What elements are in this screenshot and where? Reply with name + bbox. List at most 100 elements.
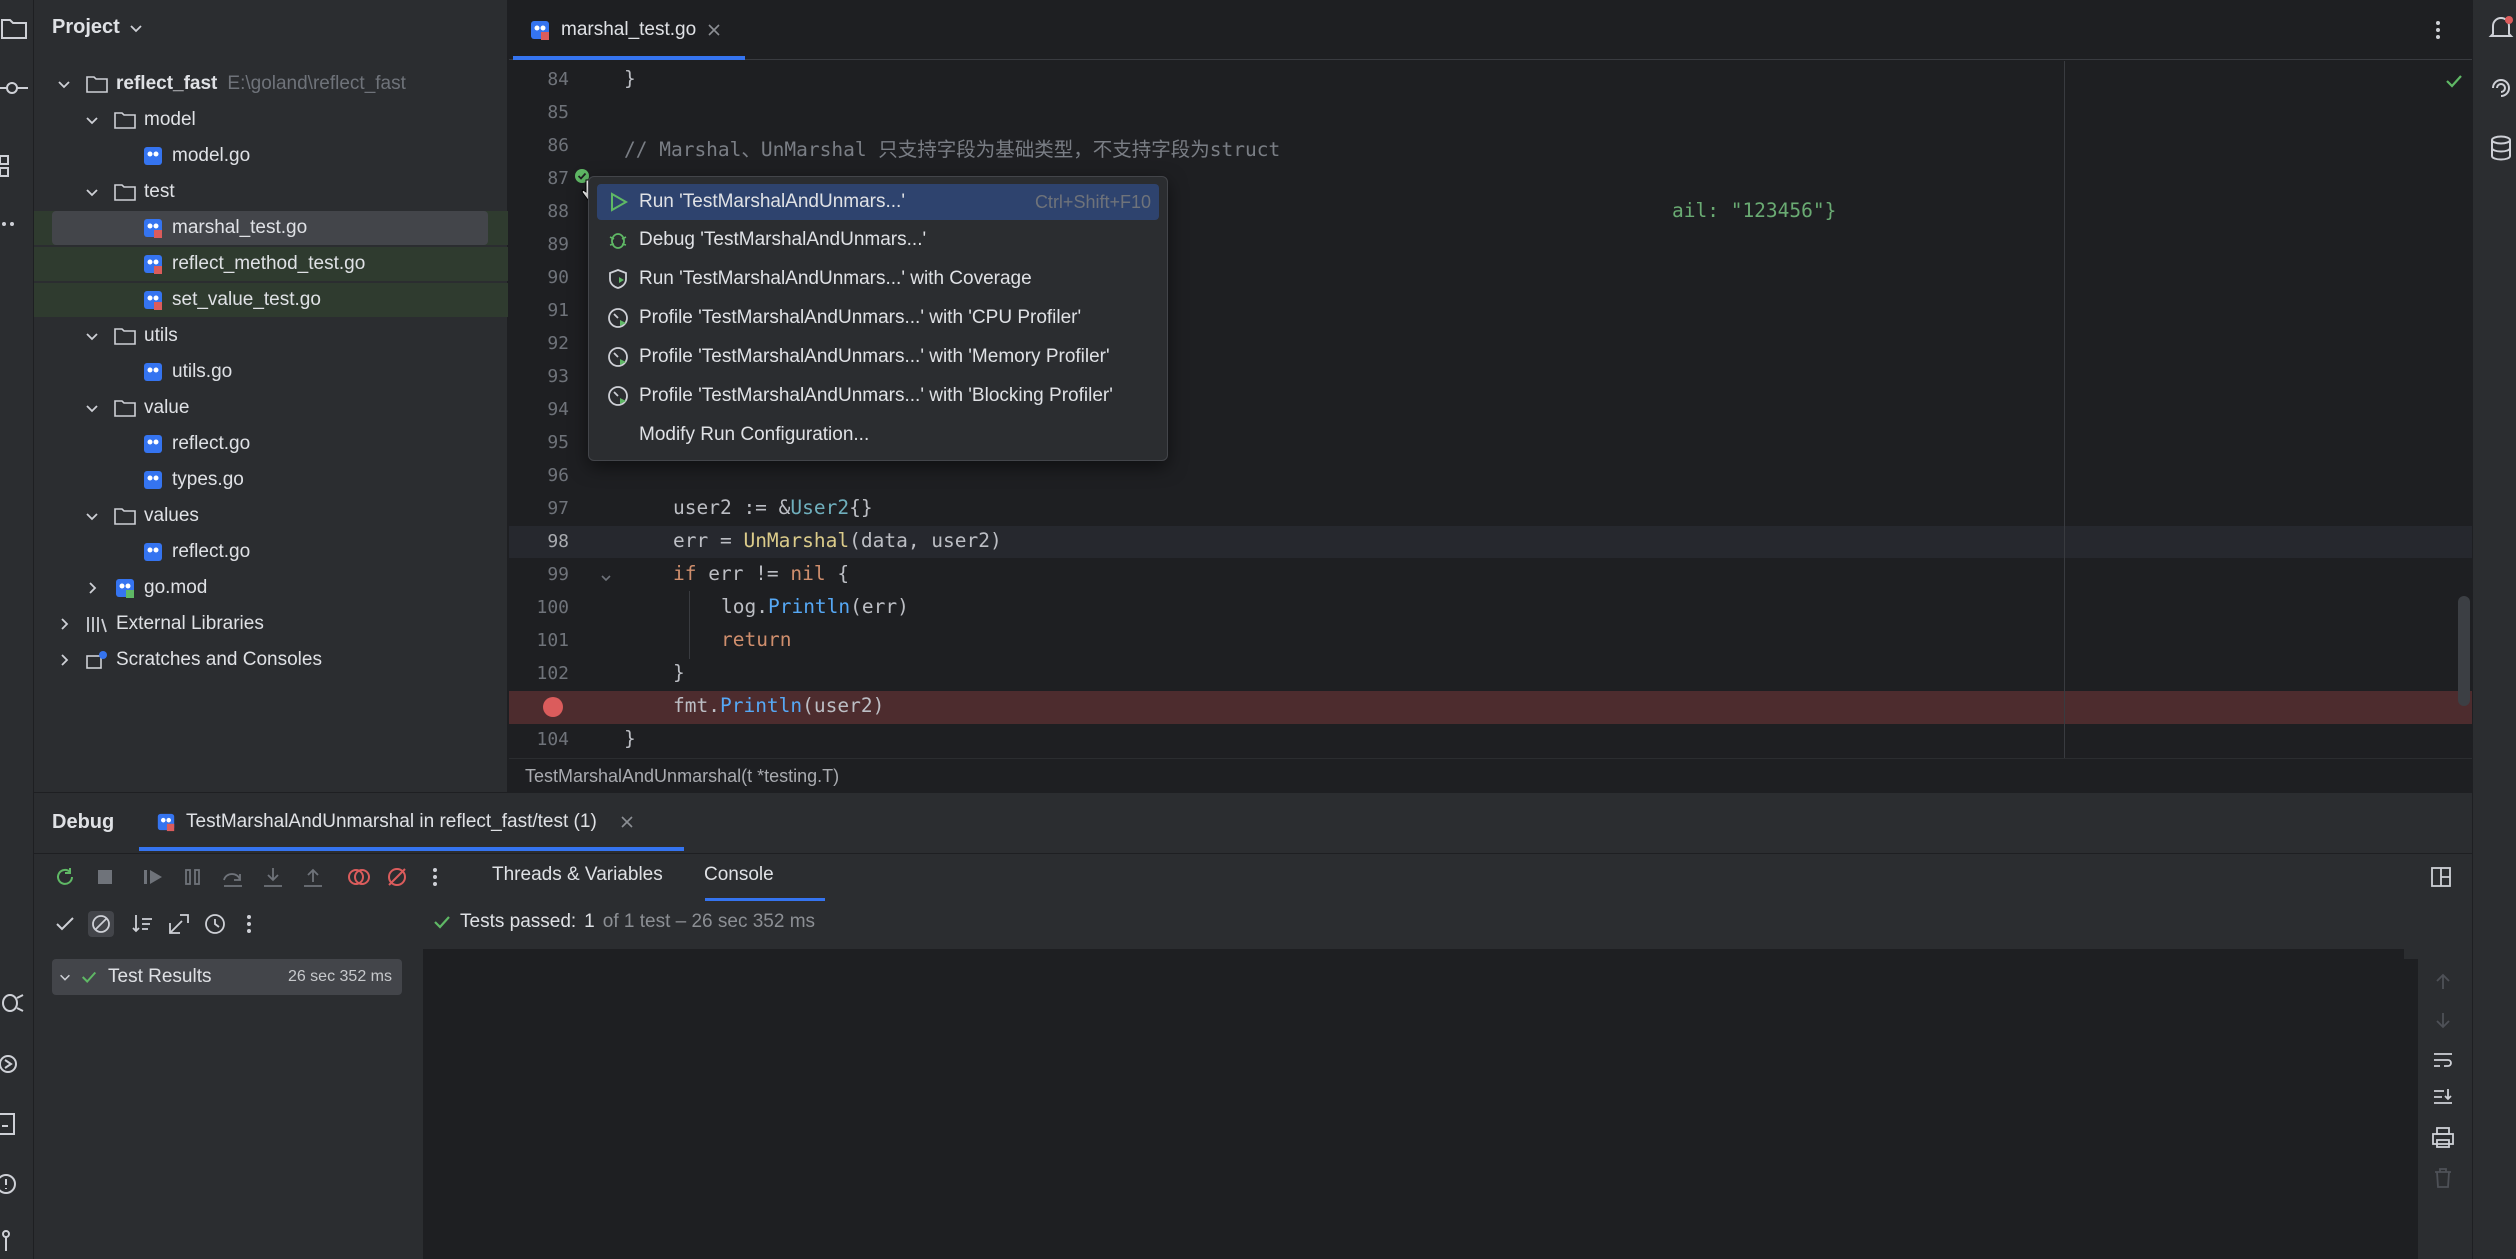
git-tool-icon[interactable] (0, 1226, 28, 1254)
tree-item-values[interactable]: values (34, 499, 508, 533)
debug-toolbar: Threads & Variables Console (34, 853, 2472, 901)
go-file-icon (144, 363, 162, 381)
console-output[interactable] (424, 949, 2404, 1259)
tree-item-reflect-method-test-go[interactable]: reflect_method_test.go (34, 247, 508, 281)
history-icon[interactable] (202, 911, 228, 937)
menu-item-run[interactable]: Run 'TestMarshalAndUnmars...' Ctrl+Shift… (597, 184, 1159, 220)
print-icon[interactable] (2430, 1125, 2456, 1151)
tree-item-utils[interactable]: utils (34, 319, 508, 353)
commit-tool-icon[interactable] (0, 74, 28, 102)
tab-console[interactable]: Console (704, 864, 774, 886)
view-breakpoints-icon[interactable] (346, 864, 372, 890)
down-arrow-icon[interactable] (2430, 1007, 2456, 1033)
project-panel-title[interactable]: Project (52, 16, 144, 39)
tree-item-label: go.mod (144, 577, 208, 598)
chevron-down-icon[interactable] (84, 400, 100, 416)
more-vertical-icon[interactable] (236, 911, 262, 937)
close-icon[interactable] (619, 814, 635, 830)
tree-item-scratches-and-consoles[interactable]: Scratches and Consoles (34, 643, 508, 677)
close-icon[interactable] (706, 22, 722, 38)
project-tool-icon[interactable] (0, 14, 28, 42)
show-ignored-icon[interactable] (88, 911, 114, 937)
tree-item-value[interactable]: value (34, 391, 508, 425)
debug-panel: Debug TestMarshalAndUnmarshal in reflect… (34, 792, 2472, 1259)
step-into-icon[interactable] (260, 864, 286, 890)
chevron-down-icon[interactable] (84, 184, 100, 200)
tree-item-test[interactable]: test (34, 175, 508, 209)
menu-item-coverage[interactable]: Run 'TestMarshalAndUnmars...' with Cover… (597, 261, 1159, 297)
chevron-right-icon[interactable] (56, 616, 72, 632)
tree-item-model-go[interactable]: model.go (34, 139, 508, 173)
mute-breakpoints-icon[interactable] (384, 864, 410, 890)
chevron-down-icon[interactable] (84, 112, 100, 128)
more-vertical-icon[interactable] (2426, 18, 2450, 42)
trash-icon[interactable] (2430, 1165, 2456, 1191)
tree-item-set-value-test-go[interactable]: set_value_test.go (34, 283, 508, 317)
tree-item-types-go[interactable]: types.go (34, 463, 508, 497)
sort-icon[interactable] (130, 911, 156, 937)
left-tool-strip (0, 0, 34, 1259)
more-tools-icon[interactable] (0, 210, 28, 238)
tree-item-marshal-test-go[interactable]: marshal_test.go (52, 211, 488, 245)
go-test-file-icon (531, 21, 549, 40)
scroll-to-end-icon[interactable] (2430, 1085, 2456, 1111)
tab-marshal-test-go[interactable]: marshal_test.go (513, 0, 738, 60)
database-icon[interactable] (2487, 134, 2515, 162)
soft-wrap-icon[interactable] (2430, 1047, 2456, 1073)
breakpoint-icon[interactable] (542, 696, 564, 718)
chevron-down-icon[interactable] (56, 76, 72, 92)
breadcrumb[interactable]: TestMarshalAndUnmarshal(t *testing.T) (509, 758, 2472, 792)
go-test-file-icon (144, 291, 162, 310)
menu-item-modify-run-configuration[interactable]: Modify Run Configuration... (597, 417, 1159, 453)
terminal-tool-icon[interactable] (0, 1110, 28, 1138)
more-vertical-icon[interactable] (422, 864, 448, 890)
debug-session-tab[interactable]: TestMarshalAndUnmarshal in reflect_fast/… (156, 811, 635, 833)
console-scrollbar[interactable] (2402, 959, 2418, 1259)
active-session-indicator (139, 847, 684, 851)
tree-item-values-reflect-go[interactable]: reflect.go (34, 535, 508, 569)
chevron-right-icon[interactable] (56, 652, 72, 668)
ai-assistant-icon[interactable] (2487, 74, 2515, 102)
show-passed-icon[interactable] (52, 911, 78, 937)
fold-chevron-icon[interactable] (599, 571, 613, 585)
code-fragment: {} (849, 496, 873, 519)
up-arrow-icon[interactable] (2430, 969, 2456, 995)
tree-item-external-libraries[interactable]: External Libraries (34, 607, 508, 641)
tree-item-value-reflect-go[interactable]: reflect.go (34, 427, 508, 461)
menu-item-profile-blocking[interactable]: Profile 'TestMarshalAndUnmars...' with '… (597, 378, 1159, 414)
chevron-down-icon[interactable] (84, 508, 100, 524)
notifications-icon[interactable] (2487, 14, 2515, 42)
tab-threads-variables[interactable]: Threads & Variables (492, 864, 663, 886)
code-fragment: ail: "123456"} (1672, 199, 1837, 222)
chevron-down-icon[interactable] (58, 970, 72, 984)
resume-icon[interactable] (140, 864, 166, 890)
chevron-right-icon[interactable] (84, 580, 100, 596)
import-tests-icon[interactable] (166, 911, 192, 937)
problems-tool-icon[interactable] (0, 1170, 28, 1198)
debug-icon (609, 233, 627, 249)
menu-item-profile-memory[interactable]: Profile 'TestMarshalAndUnmars...' with '… (597, 339, 1159, 375)
folder-icon (114, 400, 136, 417)
no-problems-check-icon[interactable] (2444, 71, 2464, 91)
tree-item-utils-go[interactable]: utils.go (34, 355, 508, 389)
tree-item-model[interactable]: model (34, 103, 508, 137)
menu-item-profile-cpu[interactable]: Profile 'TestMarshalAndUnmars...' with '… (597, 300, 1159, 336)
code-fragment: { (825, 562, 850, 585)
debug-tool-icon[interactable] (0, 988, 28, 1016)
structure-tool-icon[interactable] (0, 152, 28, 180)
step-out-icon[interactable] (300, 864, 326, 890)
layout-icon[interactable] (2428, 864, 2454, 890)
stop-icon[interactable] (92, 864, 118, 890)
chevron-down-icon[interactable] (84, 328, 100, 344)
indent-guide (689, 591, 690, 659)
rerun-icon[interactable] (52, 864, 78, 890)
editor-scrollbar-thumb[interactable] (2458, 596, 2470, 706)
test-status-count: 1 (584, 911, 595, 932)
services-tool-icon[interactable] (0, 1050, 28, 1078)
step-over-icon[interactable] (220, 864, 246, 890)
pause-icon[interactable] (180, 864, 206, 890)
tree-item-reflect-fast[interactable]: reflect_fast E:\goland\reflect_fast (34, 67, 508, 101)
tree-item-go-mod[interactable]: go.mod (34, 571, 508, 605)
menu-item-debug[interactable]: Debug 'TestMarshalAndUnmars...' (597, 222, 1159, 258)
test-results-row[interactable]: Test Results 26 sec 352 ms (52, 959, 402, 995)
